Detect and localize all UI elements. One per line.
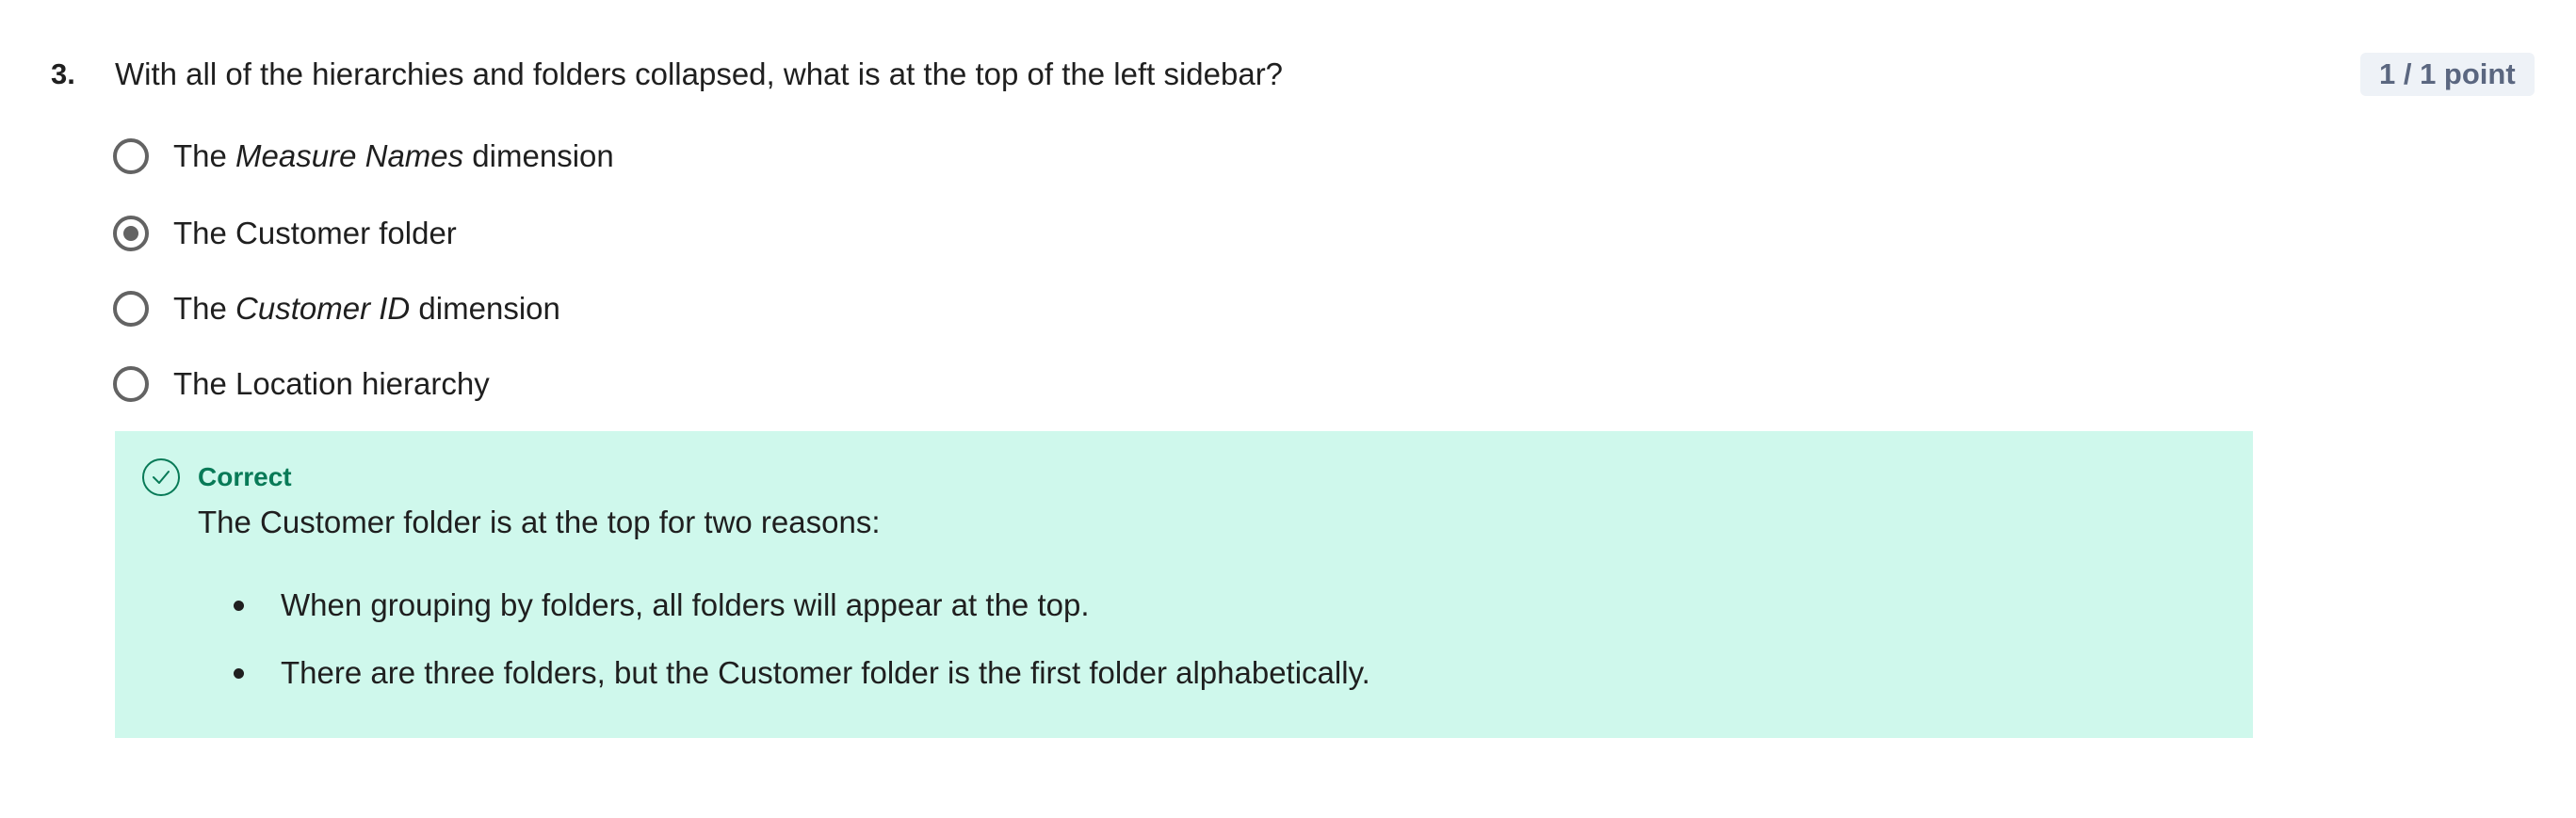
feedback-panel: Correct The Customer folder is at the to… [115,431,2253,738]
option-emphasis: Measure Names [235,138,464,173]
option-emphasis: Customer ID [235,291,411,326]
option-label: The Location hierarchy [173,366,490,401]
radio-button-selected[interactable] [113,216,149,251]
question-number: 3. [51,57,75,90]
radio-button[interactable] [113,366,149,402]
option-customer-folder[interactable]: The Customer folder [113,209,457,258]
feedback-bullet: When grouping by folders, all folders wi… [234,585,1089,625]
check-circle-icon [142,458,180,496]
radio-button[interactable] [113,138,149,174]
quiz-question: 3. With all of the hierarchies and folde… [0,0,2576,818]
option-customer-id[interactable]: The Customer ID dimension [113,284,560,333]
question-text: With all of the hierarchies and folders … [115,56,1284,91]
score-badge: 1 / 1 point [2360,53,2535,96]
radio-button[interactable] [113,291,149,327]
option-measure-names[interactable]: The Measure Names dimension [113,132,614,181]
option-label: The Customer ID dimension [173,291,560,326]
feedback-text: The Customer folder is at the top for tw… [198,505,881,539]
option-location-hierarchy[interactable]: The Location hierarchy [113,360,490,409]
option-label: The Customer folder [173,216,457,250]
feedback-status: Correct [198,462,292,491]
option-label: The Measure Names dimension [173,138,614,173]
feedback-bullet: There are three folders, but the Custome… [234,653,1370,693]
